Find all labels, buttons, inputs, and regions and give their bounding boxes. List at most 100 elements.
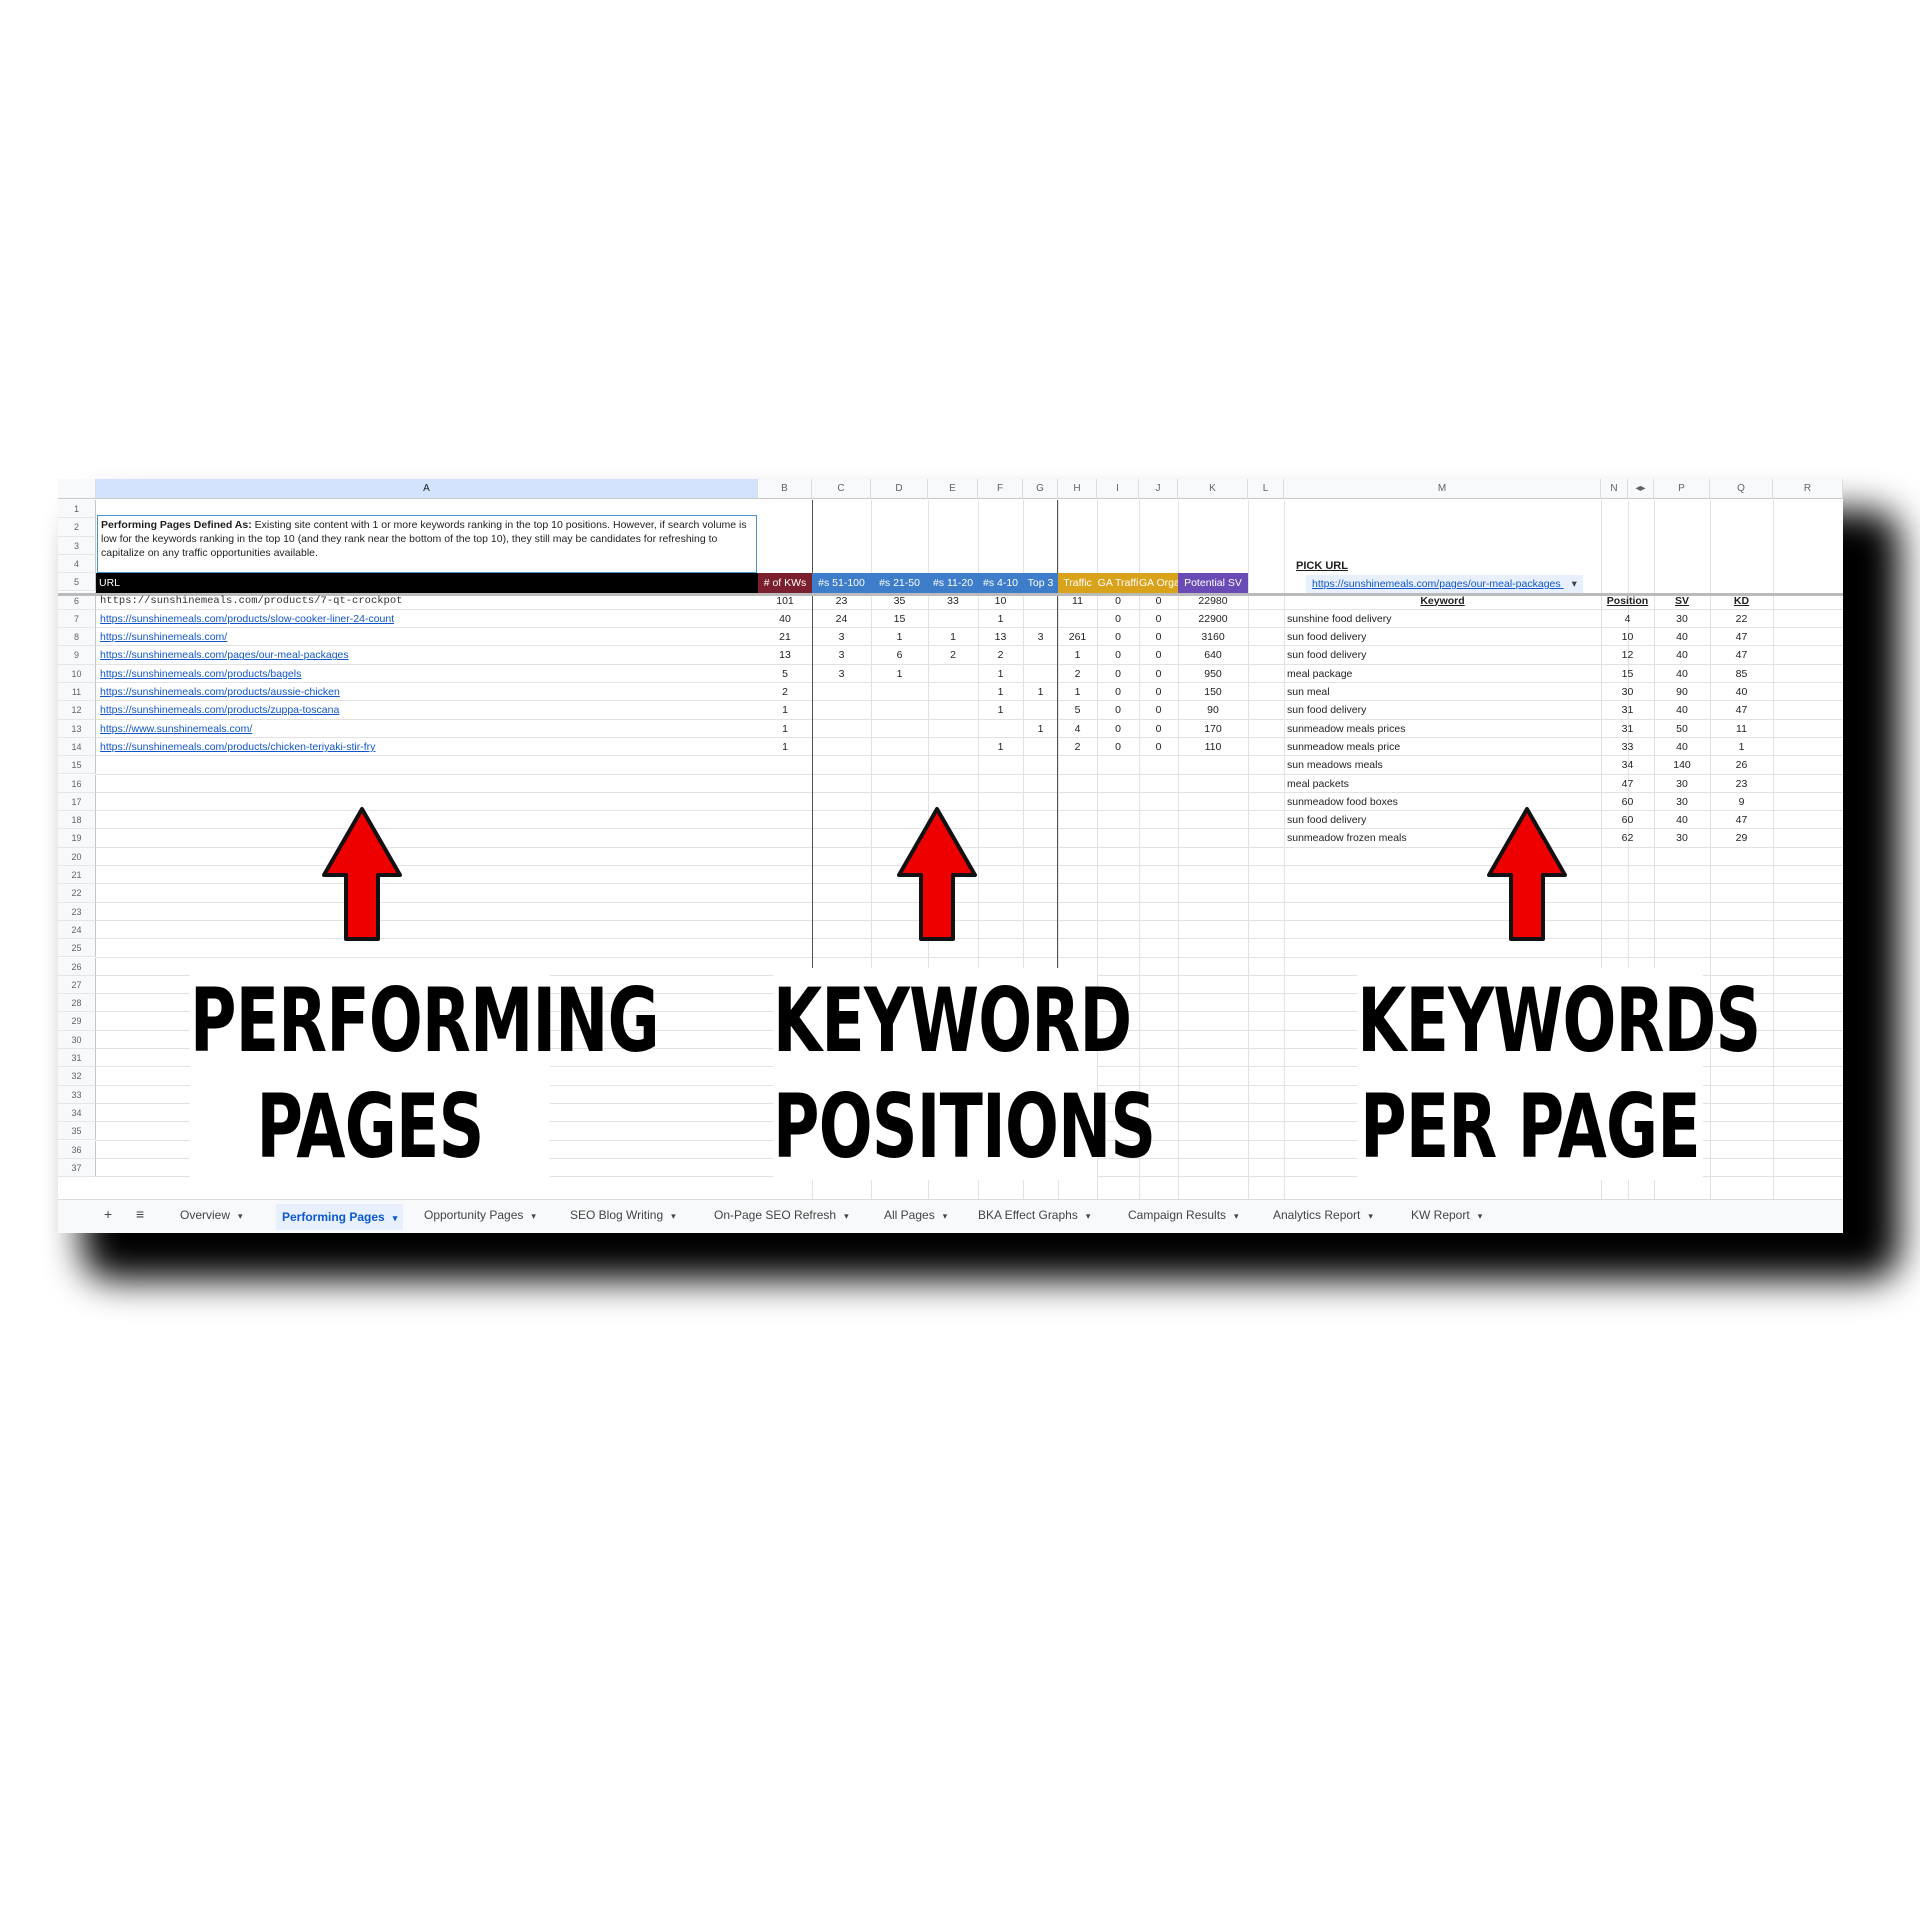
chevron-down-icon[interactable]: ▾: [943, 1211, 948, 1221]
kw-kd: 47: [1735, 631, 1748, 644]
row-header[interactable]: 30: [58, 1030, 96, 1049]
sheet-tab[interactable]: SEO Blog Writing ▾: [570, 1208, 676, 1222]
header-url: URL: [96, 573, 758, 593]
kw-kd: 47: [1735, 814, 1748, 827]
row-header[interactable]: 32: [58, 1067, 96, 1086]
column-header[interactable]: F: [978, 479, 1023, 499]
column-header[interactable]: M: [1284, 479, 1601, 499]
column-header[interactable]: R: [1773, 479, 1843, 499]
sheet-tab[interactable]: Performing Pages ▾: [276, 1204, 404, 1230]
kw-position: 4: [1624, 612, 1631, 625]
row-header[interactable]: 29: [58, 1012, 96, 1031]
row-header[interactable]: 31: [58, 1049, 96, 1068]
chevron-down-icon[interactable]: ▾: [393, 1213, 398, 1223]
column-header[interactable]: J: [1139, 479, 1178, 499]
sheet-tab[interactable]: KW Report ▾: [1411, 1208, 1482, 1222]
chevron-down-icon[interactable]: ▾: [1234, 1211, 1239, 1221]
sheet-tab[interactable]: BKA Effect Graphs ▾: [978, 1208, 1090, 1222]
row-header[interactable]: 35: [58, 1122, 96, 1141]
corner-cell[interactable]: [58, 479, 96, 499]
chevron-down-icon[interactable]: ▾: [844, 1211, 849, 1221]
column-header[interactable]: B: [758, 479, 812, 499]
row-header[interactable]: 37: [58, 1158, 96, 1178]
column-header[interactable]: L: [1248, 479, 1284, 499]
chevron-down-icon[interactable]: ▾: [671, 1211, 676, 1221]
keyword-row: sunmeadow meals prices 31 50 11: [58, 720, 1843, 738]
callout-keywords-per-page: KEYWORDS PER PAGE: [1357, 968, 1761, 1180]
chevron-down-icon[interactable]: ▾: [1086, 1211, 1091, 1221]
column-header[interactable]: N: [1601, 479, 1628, 499]
column-header[interactable]: K: [1178, 479, 1248, 499]
sheet-tab[interactable]: On-Page SEO Refresh ▾: [714, 1208, 849, 1222]
keyword-row: meal packets 47 30 23: [58, 775, 1843, 793]
header-kws: # of KWs: [758, 573, 812, 593]
row-header[interactable]: 23: [58, 902, 96, 921]
kw-sv: 30: [1676, 832, 1688, 845]
kw-kd: 29: [1735, 832, 1748, 845]
kw-kd: 23: [1735, 777, 1748, 790]
row-header[interactable]: 27: [58, 975, 96, 995]
sheet-tab[interactable]: Opportunity Pages ▾: [424, 1208, 536, 1222]
kw-keyword: sun food delivery: [1287, 649, 1367, 662]
kw-sv: 30: [1676, 612, 1688, 625]
cell-ga: 0: [1115, 594, 1121, 607]
row-header[interactable]: 4: [58, 554, 96, 574]
sheet-tab-label: Opportunity Pages: [424, 1208, 524, 1222]
keyword-row: sunmeadow meals price 33 40 1: [58, 738, 1843, 756]
kw-header-sv: SV: [1674, 594, 1689, 607]
row-header[interactable]: 26: [58, 957, 96, 976]
row-header[interactable]: 34: [58, 1103, 96, 1123]
column-header[interactable]: G: [1023, 479, 1058, 499]
column-header[interactable]: ◂▸: [1628, 479, 1654, 499]
sheet-tab[interactable]: All Pages ▾: [884, 1208, 947, 1222]
kw-position: 33: [1621, 740, 1634, 753]
column-header[interactable]: P: [1654, 479, 1710, 499]
row-header[interactable]: 2: [58, 518, 96, 537]
chevron-down-icon[interactable]: ▾: [531, 1211, 536, 1221]
kw-keyword: sun food delivery: [1287, 631, 1367, 644]
kw-kd: 26: [1735, 759, 1748, 772]
sheet-tab-label: On-Page SEO Refresh: [714, 1208, 837, 1222]
column-header[interactable]: C: [812, 479, 871, 499]
row-header[interactable]: 22: [58, 884, 96, 903]
pick-url-dropdown[interactable]: https://sunshinemeals.com/pages/our-meal…: [1306, 575, 1583, 593]
kw-kd: 1: [1738, 740, 1745, 753]
row-header[interactable]: 24: [58, 920, 96, 940]
row-header[interactable]: 36: [58, 1140, 96, 1159]
kw-sv: 40: [1676, 667, 1688, 680]
cell-kws: 101: [776, 594, 794, 607]
column-header[interactable]: H: [1058, 479, 1097, 499]
chevron-down-icon[interactable]: ▾: [238, 1211, 243, 1221]
row-header[interactable]: 33: [58, 1085, 96, 1104]
column-header[interactable]: A: [96, 479, 758, 499]
chevron-down-icon[interactable]: ▾: [1368, 1211, 1373, 1221]
kw-header-position: Position: [1606, 594, 1649, 607]
kw-position: 60: [1621, 814, 1634, 827]
kw-kd: 40: [1735, 686, 1748, 698]
row-header[interactable]: 25: [58, 939, 96, 958]
all-sheets-menu-icon[interactable]: ≡: [136, 1206, 144, 1222]
sheet-tab[interactable]: Analytics Report ▾: [1273, 1208, 1373, 1222]
row-header[interactable]: 20: [58, 847, 96, 866]
url-link[interactable]: https://sunshinemeals.com/products/7-qt-…: [100, 592, 402, 610]
column-header[interactable]: E: [928, 479, 978, 499]
column-header[interactable]: D: [871, 479, 928, 499]
row-header[interactable]: 1: [58, 500, 96, 519]
column-header[interactable]: Q: [1710, 479, 1773, 499]
column-header[interactable]: I: [1097, 479, 1139, 499]
kw-keyword: sunmeadow food boxes: [1287, 795, 1398, 808]
row-header[interactable]: 3: [58, 536, 96, 555]
row-header[interactable]: 21: [58, 866, 96, 885]
row-header[interactable]: 28: [58, 994, 96, 1013]
sheet-tab[interactable]: Overview ▾: [180, 1208, 243, 1222]
sheet-tab[interactable]: Campaign Results ▾: [1128, 1208, 1239, 1222]
kw-keyword: meal packets: [1287, 777, 1349, 790]
chevron-down-icon[interactable]: ▾: [1478, 1211, 1483, 1221]
row-header[interactable]: 5: [58, 573, 96, 592]
kw-sv: 40: [1676, 631, 1688, 644]
sheet-tab-label: BKA Effect Graphs: [978, 1208, 1078, 1222]
kw-keyword: sun meal: [1287, 686, 1330, 698]
description-note: Performing Pages Defined As: Existing si…: [97, 515, 757, 573]
sheet-tab-label: Campaign Results: [1128, 1208, 1227, 1222]
add-sheet-button[interactable]: +: [104, 1206, 112, 1222]
